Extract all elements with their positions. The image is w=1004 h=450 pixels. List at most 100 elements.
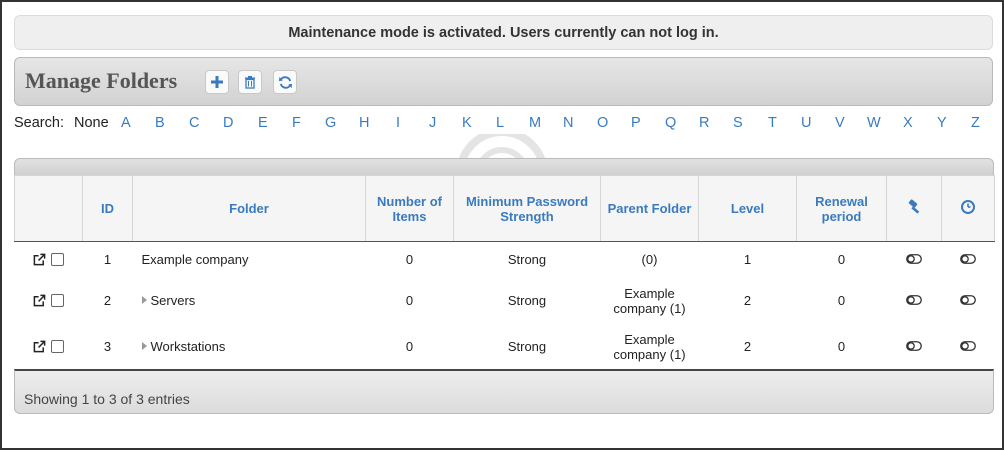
filter-letter-y[interactable]: Y (937, 115, 947, 131)
row-actions-cell (15, 278, 83, 324)
external-link-icon[interactable] (33, 340, 46, 353)
col-id[interactable]: ID (82, 175, 133, 242)
toggle-off-icon[interactable] (960, 254, 976, 265)
col-clock[interactable] (941, 175, 995, 242)
cell-id: 1 (103, 252, 112, 268)
col-number-of-items[interactable]: Number of Items (365, 175, 454, 242)
cell-strength: Strong (507, 293, 547, 308)
filter-letter-w[interactable]: W (867, 115, 881, 131)
cell-folder[interactable]: Workstations (133, 324, 366, 370)
filter-letter-s[interactable]: S (733, 115, 743, 131)
table-row: 1 Example company 0 Strong (0) 1 0 (15, 242, 995, 278)
cell-level: 2 (743, 339, 752, 354)
toggle-off-icon[interactable] (960, 341, 976, 351)
col-folder[interactable]: Folder (132, 175, 366, 242)
filter-letter-r[interactable]: R (699, 115, 709, 131)
toggle-off-icon[interactable] (906, 341, 922, 351)
page-header: Manage Folders (14, 57, 993, 106)
filter-letter-i[interactable]: I (396, 115, 400, 131)
cell-renewal: 0 (837, 339, 846, 354)
filter-letter-z[interactable]: Z (971, 115, 980, 131)
alphabet-filter: Search: None A B C D E F G H I J K L M N… (14, 115, 994, 133)
app-frame: Maintenance mode is activated. Users cur… (0, 0, 1004, 450)
filter-letter-c[interactable]: C (189, 115, 199, 131)
filter-letter-x[interactable]: X (903, 115, 913, 131)
page-title: Manage Folders (25, 68, 178, 93)
table-toolbar (14, 158, 994, 176)
plus-icon (211, 76, 223, 88)
row-checkbox[interactable] (51, 340, 64, 353)
table-row: 3 Workstations 0 Strong Example company … (15, 324, 995, 370)
cell-strength: Strong (507, 339, 547, 354)
delete-folder-button[interactable] (238, 70, 262, 94)
cell-folder[interactable]: Servers (133, 278, 366, 324)
cell-items: 0 (405, 252, 414, 268)
cell-strength: Strong (507, 252, 547, 268)
clock-icon (961, 200, 975, 214)
filter-letter-h[interactable]: H (359, 115, 369, 131)
col-parent-folder[interactable]: Parent Folder (600, 175, 699, 242)
table-info-footer: Showing 1 to 3 of 3 entries (14, 369, 994, 414)
toggle-off-icon[interactable] (960, 295, 976, 305)
cell-toggle-clock (942, 324, 995, 370)
filter-letter-b[interactable]: B (155, 115, 165, 131)
entries-info: Showing 1 to 3 of 3 entries (24, 391, 190, 407)
filter-none[interactable]: None (74, 115, 109, 131)
cell-toggle-clock (942, 242, 995, 278)
external-link-icon[interactable] (33, 253, 46, 266)
filter-letter-n[interactable]: N (563, 115, 573, 131)
cell-items: 0 (405, 293, 414, 308)
cell-toggle-hammer (887, 242, 942, 278)
cell-parent: Example company (1) (613, 285, 686, 316)
filter-letter-m[interactable]: M (529, 115, 541, 131)
toggle-off-icon[interactable] (906, 295, 922, 305)
row-checkbox[interactable] (51, 294, 64, 307)
cell-toggle-hammer (887, 324, 942, 370)
trash-icon (245, 76, 255, 89)
filter-letter-q[interactable]: Q (665, 115, 676, 131)
refresh-button[interactable] (273, 70, 297, 94)
filter-letter-f[interactable]: F (292, 115, 301, 131)
col-actions (14, 175, 83, 242)
add-folder-button[interactable] (205, 70, 229, 94)
cell-level: 1 (743, 252, 752, 268)
cell-id: 2 (103, 293, 112, 308)
filter-letter-v[interactable]: V (835, 115, 845, 131)
folders-table: ID Folder Number of Items Minimum Passwo… (14, 175, 995, 370)
filter-letter-e[interactable]: E (258, 115, 268, 131)
folder-name: Workstations (150, 339, 226, 354)
col-min-password-strength[interactable]: Minimum Password Strength (453, 175, 601, 242)
row-checkbox[interactable] (51, 253, 64, 267)
table-header-row: ID Folder Number of Items Minimum Passwo… (14, 175, 995, 242)
filter-letter-p[interactable]: P (631, 115, 641, 131)
col-level[interactable]: Level (698, 175, 797, 242)
col-hammer[interactable] (886, 175, 942, 242)
filter-letter-k[interactable]: K (462, 115, 472, 131)
expand-arrow-icon[interactable] (141, 342, 147, 350)
filter-letter-a[interactable]: A (121, 115, 131, 131)
filter-letter-d[interactable]: D (223, 115, 233, 131)
cell-parent: (0) (641, 252, 658, 268)
cell-id: 3 (103, 339, 112, 354)
cell-renewal: 0 (837, 252, 846, 268)
filter-letter-t[interactable]: T (768, 115, 777, 131)
toggle-off-icon[interactable] (906, 254, 922, 265)
external-link-icon[interactable] (33, 294, 46, 307)
cell-folder[interactable]: Example company (133, 242, 366, 278)
row-actions-cell (15, 324, 83, 370)
cell-toggle-hammer (887, 278, 942, 324)
filter-letter-g[interactable]: G (325, 115, 336, 131)
cell-renewal: 0 (837, 293, 846, 308)
col-renewal-period[interactable]: Renewal period (796, 175, 887, 242)
refresh-icon (278, 75, 292, 89)
filter-letter-l[interactable]: L (496, 115, 504, 131)
maintenance-notice: Maintenance mode is activated. Users cur… (14, 15, 993, 50)
cell-level: 2 (743, 293, 752, 308)
expand-arrow-icon[interactable] (141, 296, 147, 304)
search-label: Search: (14, 115, 64, 131)
cell-parent: Example company (1) (613, 331, 686, 362)
filter-letter-j[interactable]: J (429, 115, 436, 131)
filter-letter-u[interactable]: U (801, 115, 811, 131)
row-actions-cell (15, 242, 83, 278)
filter-letter-o[interactable]: O (597, 115, 608, 131)
